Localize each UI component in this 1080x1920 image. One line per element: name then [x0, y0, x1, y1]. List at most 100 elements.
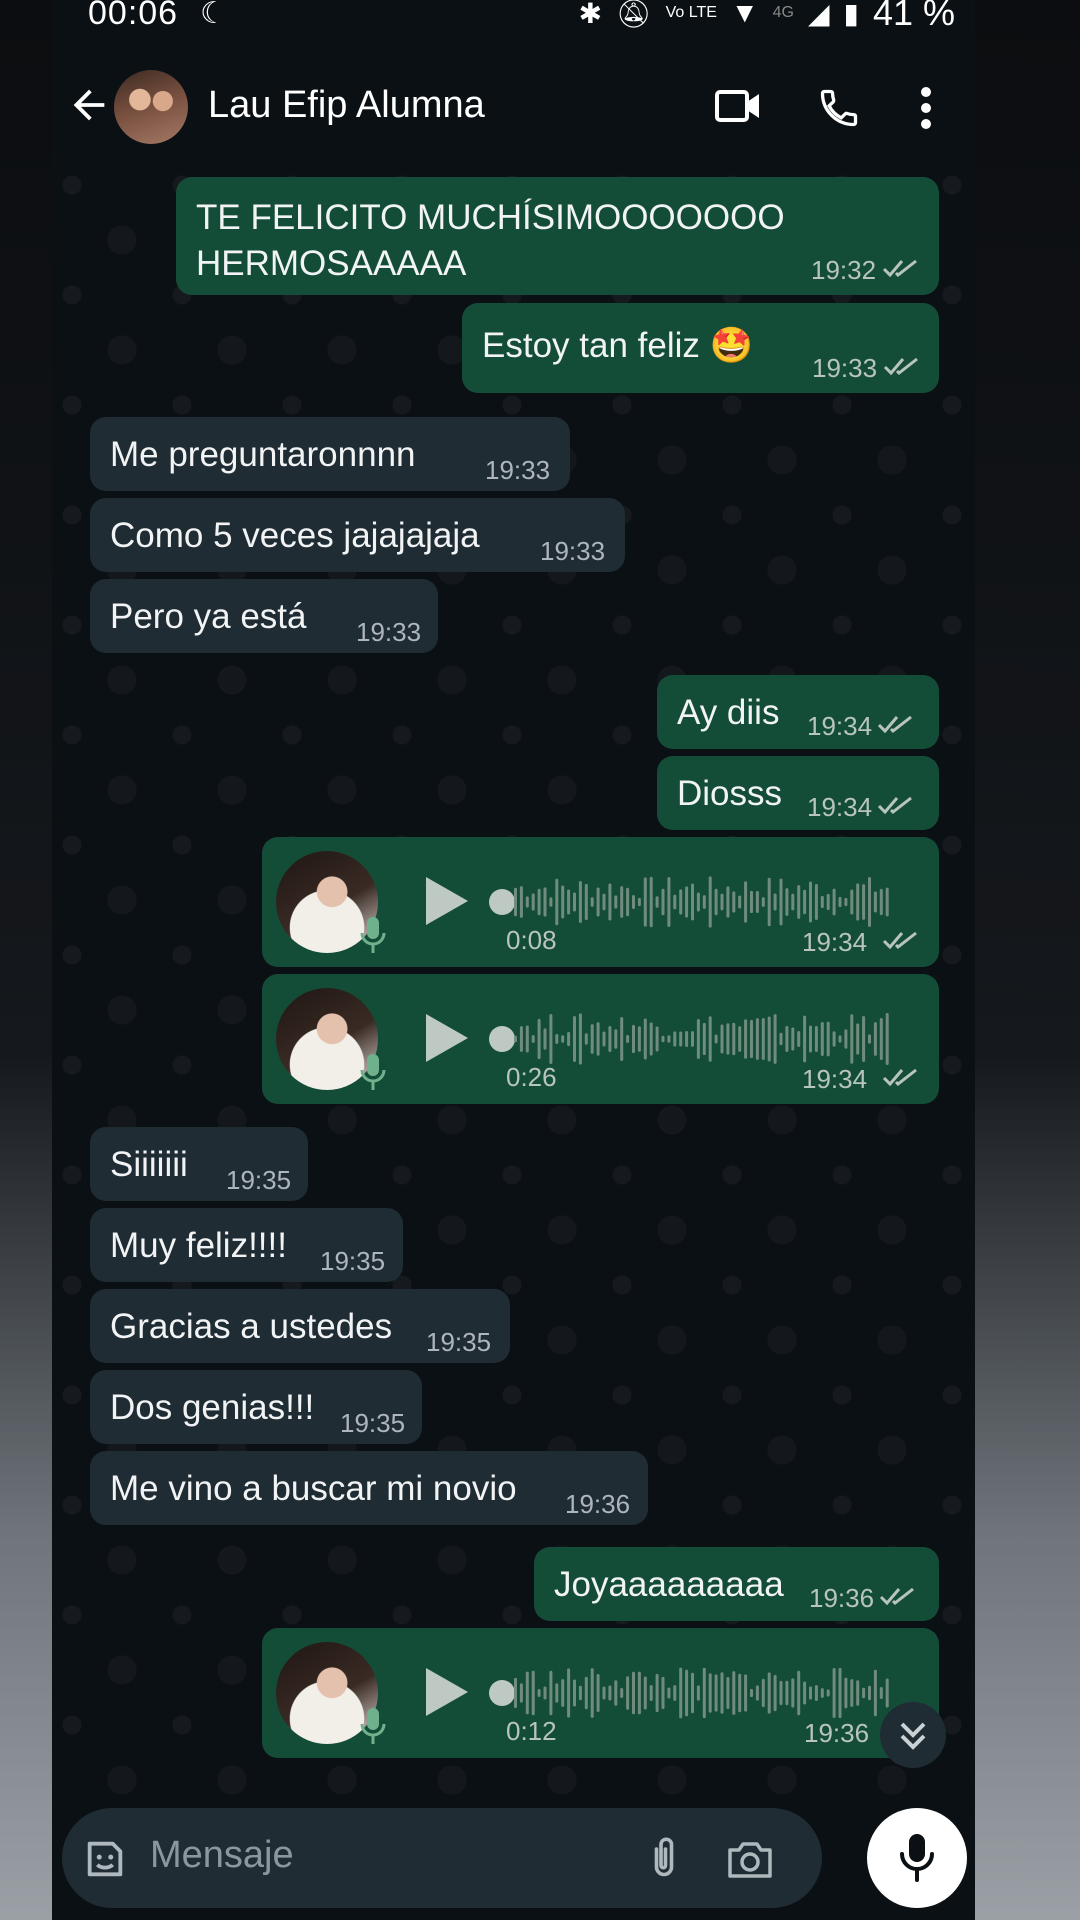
waveform-bar [820, 1021, 824, 1057]
message-time: 19:35 [426, 1327, 492, 1357]
waveform-bar [862, 1687, 866, 1699]
chat-area[interactable]: TE FELICITO MUCHÍSIMOOOOOOO HERMOSAAAAA … [52, 165, 975, 1795]
read-ticks-icon [879, 1587, 914, 1606]
message-incoming[interactable]: Me preguntaronnnn 19:33 [90, 417, 570, 491]
message-time: 19:35 [340, 1408, 406, 1438]
waveform-bar [744, 1019, 748, 1059]
contact-name[interactable]: Lau Efip Alumna [208, 84, 485, 127]
voice-message[interactable]: 0:12 19:36 [262, 1628, 939, 1758]
waveform-bar [661, 1035, 665, 1043]
waveform-bar [868, 1034, 871, 1044]
waveform-bar [655, 896, 659, 908]
camera-icon[interactable] [726, 1838, 774, 1880]
play-icon[interactable] [422, 1666, 470, 1718]
play-icon[interactable] [422, 1012, 470, 1064]
waveform-bar [708, 1016, 712, 1062]
waveform-bar [549, 1670, 553, 1716]
message-outgoing[interactable]: Ay diis 19:34 [657, 675, 939, 749]
waveform-bar [832, 1667, 836, 1719]
message-composer[interactable]: Mensaje [62, 1808, 822, 1908]
message-outgoing[interactable]: Joyaaaaaaaaa 19:36 [534, 1547, 939, 1621]
voice-duration: 0:08 [506, 925, 557, 955]
waveform [514, 876, 889, 928]
message-incoming[interactable]: Como 5 veces jajajajaja 19:33 [90, 498, 625, 572]
message-time: 19:33 [812, 353, 878, 383]
waveform-bar [673, 1031, 677, 1047]
waveform-bar [661, 888, 665, 916]
waveform-bar [726, 886, 730, 918]
waveform-bar [809, 881, 812, 923]
wifi-icon: ▼ [730, 0, 759, 28]
video-call-icon[interactable] [714, 86, 762, 126]
waveform-bar [614, 1029, 618, 1049]
message-outgoing[interactable]: Estoy tan feliz 🤩 19:33 [462, 303, 939, 393]
waveform-bar [791, 1678, 795, 1708]
record-voice-button[interactable] [867, 1808, 967, 1908]
playback-slider-thumb[interactable] [489, 1680, 515, 1706]
waveform-bar [732, 1022, 736, 1056]
waveform-bar [685, 886, 689, 918]
waveform-bar [661, 1676, 665, 1710]
sticker-emoji-icon[interactable] [82, 1836, 128, 1882]
read-ticks-icon [877, 715, 912, 734]
more-options-icon[interactable] [920, 86, 932, 130]
waveform-bar [685, 1669, 689, 1717]
waveform-bar [761, 897, 765, 907]
waveform-bar [614, 1680, 618, 1706]
waveform-bar [573, 1015, 576, 1063]
waveform-bar [785, 1680, 789, 1706]
message-time: 19:33 [485, 455, 551, 485]
message-incoming[interactable]: Me vino a buscar mi novio 19:36 [90, 1451, 648, 1525]
message-incoming[interactable]: Muy feliz!!!! 19:35 [90, 1208, 403, 1282]
volte-icon: Vo LTE [665, 4, 717, 21]
message-outgoing[interactable]: Diosss 19:34 [657, 756, 939, 830]
waveform-bar [755, 1018, 759, 1060]
scroll-to-bottom-button[interactable] [880, 1702, 946, 1768]
status-icons: ✱ 🔕︎ Vo LTE ▼ 4G ◢ ▮ 41 % [579, 0, 955, 34]
waveform-bar [649, 1685, 653, 1701]
mic-icon [360, 1708, 386, 1744]
status-time: 00:06 [88, 0, 179, 32]
waveform-bar [590, 1668, 594, 1718]
back-arrow-icon[interactable] [66, 82, 112, 128]
voice-message[interactable]: 0:08 19:34 [262, 837, 939, 967]
waveform-bar [844, 1677, 848, 1709]
waveform-bar [626, 1676, 630, 1710]
attach-icon[interactable] [646, 1834, 682, 1882]
playback-slider-thumb[interactable] [489, 1026, 515, 1052]
play-icon[interactable] [422, 875, 470, 927]
voice-message[interactable]: 0:26 19:34 [262, 974, 939, 1104]
playback-slider-thumb[interactable] [489, 889, 515, 915]
phone-screen: 00:06 ☾ ✱ 🔕︎ Vo LTE ▼ 4G ◢ ▮ 41 % Lau Ef… [52, 0, 975, 1920]
message-incoming[interactable]: Dos genias!!! 19:35 [90, 1370, 422, 1444]
waveform-bar [832, 888, 836, 916]
contact-avatar[interactable] [114, 70, 188, 144]
waveform-bar [738, 1673, 742, 1713]
message-incoming[interactable]: Siiiiiii 19:35 [90, 1127, 308, 1201]
waveform-bar [590, 1024, 594, 1054]
waveform-bar [797, 1030, 801, 1048]
message-time: 19:34 [807, 792, 873, 822]
waveform-bar [649, 1022, 653, 1056]
waveform-bar [779, 1680, 783, 1706]
waveform-bar [720, 893, 724, 911]
message-outgoing[interactable]: TE FELICITO MUCHÍSIMOOOOOOO HERMOSAAAAA … [176, 177, 939, 295]
message-incoming[interactable]: Pero ya está 19:33 [90, 579, 438, 653]
waveform-bar [879, 1017, 883, 1061]
waveform-bar [820, 895, 824, 909]
battery-icon: ▮ [843, 0, 859, 29]
waveform-bar [673, 894, 677, 910]
message-incoming[interactable]: Gracias a ustedes 19:35 [90, 1289, 510, 1363]
waveform-bar [732, 1671, 736, 1715]
waveform-bar [826, 1021, 830, 1057]
waveform-bar [537, 888, 541, 916]
message-input[interactable]: Mensaje [150, 1834, 294, 1877]
waveform-bar [655, 1026, 659, 1052]
waveform-bar [696, 1685, 700, 1701]
waveform-bar [879, 888, 883, 916]
voice-call-icon[interactable] [817, 86, 861, 130]
message-text: Como 5 veces jajajajaja [110, 516, 480, 555]
waveform-bar [519, 886, 523, 918]
waveform-bar [838, 896, 842, 908]
waveform-bar [573, 1679, 576, 1707]
